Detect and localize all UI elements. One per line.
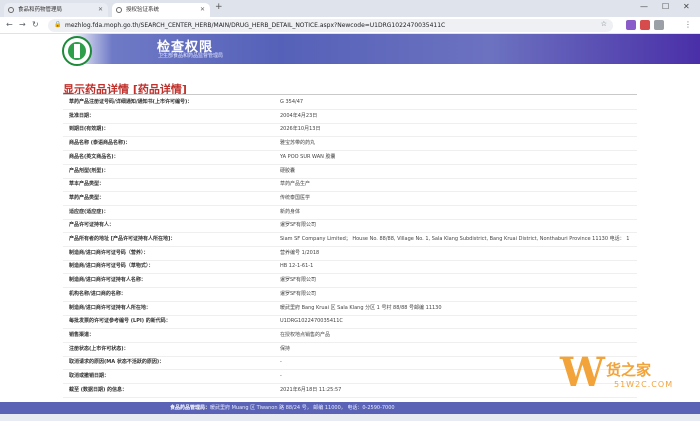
lock-icon: 🔒 — [54, 21, 62, 28]
globe-icon — [8, 7, 14, 13]
browser-toolbar: ← → ↻ 🔒 mezhlog.fda.moph.go.th/SEARCH_CE… — [0, 17, 700, 34]
browser-tab-strip: 食品和药物管理局 ✕ 授权验证系统 ✕ + — ☐ ✕ — [0, 0, 700, 17]
close-window-icon[interactable]: ✕ — [683, 2, 690, 11]
watermark-cn: 货之家 — [606, 361, 652, 379]
extension-icon[interactable] — [640, 20, 650, 30]
address-bar[interactable]: 🔒 mezhlog.fda.moph.go.th/SEARCH_CENTER_H… — [48, 19, 613, 32]
row-divider — [63, 396, 637, 398]
close-icon[interactable]: ✕ — [200, 3, 205, 17]
browser-tab-2[interactable]: 授权验证系统 ✕ — [112, 3, 210, 17]
footer-label: 食品药品管理局： — [170, 405, 211, 411]
profile-icon[interactable] — [654, 20, 664, 30]
tab-title: 授权验证系统 — [126, 7, 160, 13]
field-label: 截至 (数据日期) 的信息： — [69, 386, 128, 393]
reload-icon[interactable]: ↻ — [32, 20, 39, 30]
bookmark-star-icon[interactable]: ☆ — [601, 20, 607, 28]
url-text[interactable]: mezhlog.fda.moph.go.th/SEARCH_CENTER_HER… — [65, 19, 445, 32]
new-tab-button[interactable]: + — [215, 2, 223, 12]
fda-logo-icon — [62, 36, 92, 66]
site-subtitle: 卫生部食品和药品监督管理局 — [158, 53, 224, 59]
field-value: 2021年6月18日 11:25:57 — [280, 386, 342, 393]
site-header — [0, 34, 700, 64]
globe-icon — [116, 7, 122, 13]
browser-tab-1[interactable]: 食品和药物管理局 ✕ — [4, 3, 108, 17]
watermark-logo: W 货之家 51W2C.COM — [560, 345, 690, 405]
watermark-letter: W — [560, 349, 605, 396]
forward-icon[interactable]: → — [19, 20, 26, 30]
back-icon[interactable]: ← — [6, 20, 13, 30]
watermark-en: 51W2C.COM — [614, 380, 674, 389]
footer-address: 暖武里府 Muang 区 Tiwanon 路 88/24 号， 邮编 11000… — [210, 405, 395, 411]
tab-title: 食品和药物管理局 — [18, 7, 63, 13]
close-icon[interactable]: ✕ — [98, 3, 103, 17]
menu-icon[interactable]: ⋮ — [684, 20, 692, 30]
bottom-strip — [0, 414, 700, 421]
extension-icon[interactable] — [626, 20, 636, 30]
maximize-icon[interactable]: ☐ — [662, 2, 669, 11]
minimize-icon[interactable]: — — [640, 2, 648, 11]
